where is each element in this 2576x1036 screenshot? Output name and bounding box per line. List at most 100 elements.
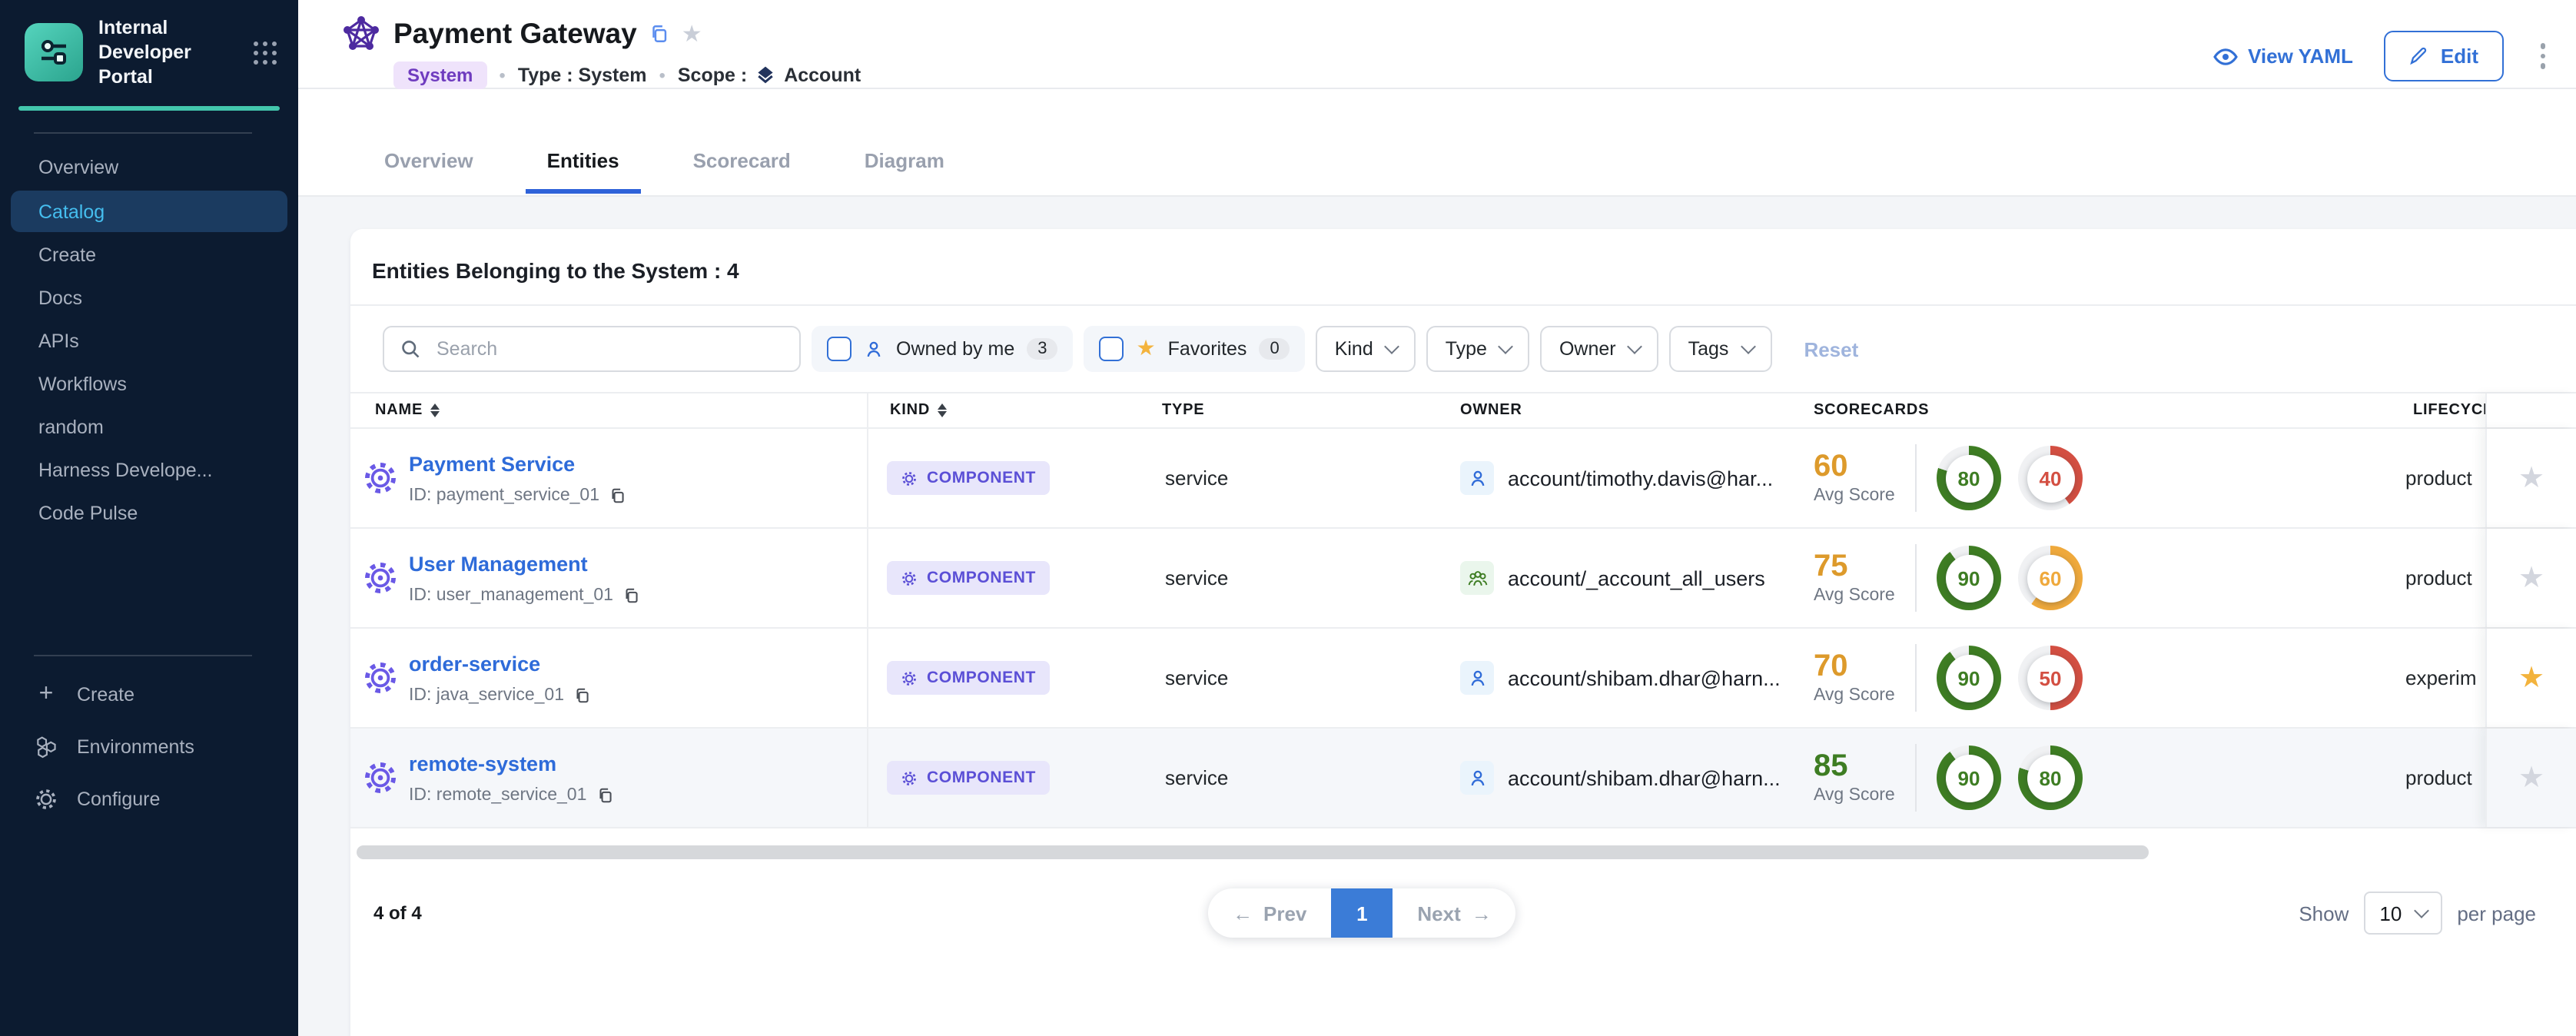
copy-id-icon xyxy=(622,586,639,605)
copy-id-icon[interactable] xyxy=(622,586,639,605)
breadcrumb: System • Type : System • Scope : Account xyxy=(393,61,861,89)
sort-icon xyxy=(938,403,947,417)
person-icon xyxy=(1467,468,1487,488)
copy-id-icon[interactable] xyxy=(609,486,626,505)
entity-lifecycle: product xyxy=(2405,467,2472,490)
horizontal-scrollbar[interactable] xyxy=(357,845,2149,859)
entity-name-cell: User ManagementID: user_management_01 xyxy=(409,551,639,605)
tab-diagram[interactable]: Diagram xyxy=(843,149,966,195)
reset-filters-button[interactable]: Reset xyxy=(1804,337,1858,360)
entity-gear-icon xyxy=(361,659,400,697)
owned-by-me-checkbox[interactable] xyxy=(827,337,851,361)
sidebar-item-environments[interactable]: Environments xyxy=(0,721,298,773)
kind-badge: COMPONENT xyxy=(887,561,1050,595)
entity-name-link[interactable]: Payment Service xyxy=(409,453,575,476)
entity-lifecycle: product xyxy=(2405,766,2472,789)
column-header-kind[interactable]: KIND xyxy=(890,402,947,419)
sidebar-item-harness-develope-[interactable]: Harness Develope... xyxy=(0,449,298,492)
sidebar-item-create[interactable]: Create xyxy=(0,234,298,277)
pager: ← Prev 1 Next → xyxy=(1208,888,1516,938)
filter-dropdown-owner[interactable]: Owner xyxy=(1541,326,1659,372)
edit-button[interactable]: Edit xyxy=(2384,31,2503,81)
entity-name-link[interactable]: order-service xyxy=(409,652,540,676)
avg-score: 85Avg Score xyxy=(1814,751,1895,805)
search-input[interactable] xyxy=(433,337,784,361)
tab-overview[interactable]: Overview xyxy=(363,149,495,195)
favorite-star-icon[interactable]: ★ xyxy=(2518,761,2544,795)
sidebar-item-overview[interactable]: Overview xyxy=(0,146,298,189)
score-divider xyxy=(1915,544,1917,612)
sidebar-divider-bottom xyxy=(34,655,252,656)
view-yaml-button[interactable]: View YAML xyxy=(2213,45,2353,68)
gear-icon xyxy=(34,787,58,812)
favorite-title-star-icon[interactable]: ★ xyxy=(682,20,702,48)
copy-title-icon[interactable] xyxy=(649,23,669,45)
scope-label: Scope : xyxy=(678,65,747,86)
avg-score: 60Avg Score xyxy=(1814,451,1895,505)
sidebar-item-workflows[interactable]: Workflows xyxy=(0,363,298,406)
copy-id-icon[interactable] xyxy=(573,686,590,705)
owned-count-badge: 3 xyxy=(1027,338,1057,360)
row-count: 4 of 4 xyxy=(373,902,422,924)
search-box[interactable] xyxy=(383,326,801,372)
component-gear-icon xyxy=(361,659,400,697)
favorites-checkbox[interactable] xyxy=(1100,337,1124,361)
filter-dropdown-tags[interactable]: Tags xyxy=(1670,326,1772,372)
content-area: Entities Belonging to the System : 4 xyxy=(298,197,2576,1036)
sidebar-item-catalog[interactable]: Catalog xyxy=(11,191,287,232)
entity-gear-icon xyxy=(361,759,400,797)
sidebar-divider xyxy=(34,132,252,134)
next-page-button[interactable]: Next → xyxy=(1393,888,1515,938)
show-label: Show xyxy=(2299,902,2349,925)
entity-name-link[interactable]: remote-system xyxy=(409,752,556,775)
favorites-label: Favorites xyxy=(1168,338,1247,360)
horizontal-scroll-area xyxy=(350,828,2576,868)
chevron-down-icon xyxy=(1628,339,1643,354)
tab-entities[interactable]: Entities xyxy=(526,149,641,195)
app-grid-icon[interactable] xyxy=(251,38,280,67)
sticky-favorite-cell: ★ xyxy=(2485,529,2576,627)
favorite-star-icon[interactable]: ★ xyxy=(2518,461,2544,495)
page-title: Payment Gateway xyxy=(393,17,637,51)
dot-separator: • xyxy=(659,65,665,86)
filter-dropdown-type[interactable]: Type xyxy=(1427,326,1530,372)
chevron-down-icon xyxy=(2413,903,2428,918)
page-size-control: Show 10 per page xyxy=(2299,892,2536,935)
sidebar-item-apis[interactable]: APIs xyxy=(0,320,298,363)
entity-name-link[interactable]: User Management xyxy=(409,553,588,576)
favorites-filter[interactable]: ★ Favorites 0 xyxy=(1084,326,1306,372)
filter-dropdown-kind[interactable]: Kind xyxy=(1316,326,1416,372)
current-page-button[interactable]: 1 xyxy=(1331,888,1393,938)
column-header-name[interactable]: NAME xyxy=(375,402,440,419)
entity-name-cell: Payment ServiceID: payment_service_01 xyxy=(409,451,626,505)
sidebar-item-code-pulse[interactable]: Code Pulse xyxy=(0,492,298,535)
column-header-scorecards: SCORECARDS xyxy=(1814,402,1929,419)
sidebar-item-docs[interactable]: Docs xyxy=(0,277,298,320)
score-divider xyxy=(1915,744,1917,812)
tab-scorecard[interactable]: Scorecard xyxy=(672,149,812,195)
favorite-star-icon[interactable]: ★ xyxy=(2518,561,2544,595)
copy-id-icon[interactable] xyxy=(596,786,612,805)
entity-header: Payment Gateway ★ System • Type : System… xyxy=(298,0,2576,89)
scorecard-gauge: 90 xyxy=(1937,646,2001,710)
scorecard-gauge: 50 xyxy=(2018,646,2083,710)
entity-id: ID: remote_service_01 xyxy=(409,786,612,805)
sidebar-item-create[interactable]: +Create xyxy=(0,669,298,721)
prev-page-button[interactable]: ← Prev xyxy=(1208,888,1331,938)
chevron-down-icon xyxy=(1741,339,1756,354)
owned-by-me-filter[interactable]: Owned by me 3 xyxy=(812,326,1074,372)
sidebar-item-configure[interactable]: Configure xyxy=(0,773,298,825)
page-size-select[interactable]: 10 xyxy=(2364,892,2442,935)
table-row: order-serviceID: java_service_01COMPONEN… xyxy=(350,629,2576,729)
entity-tabs: Overview Entities Scorecard Diagram xyxy=(298,89,2576,197)
system-network-icon xyxy=(341,14,381,54)
entity-owner: account/shibam.dhar@harn... xyxy=(1460,661,1781,695)
scorecard-gauges: 9080 xyxy=(1937,745,2083,810)
favorite-star-icon[interactable]: ★ xyxy=(2518,661,2544,695)
sidebar-item-random[interactable]: random xyxy=(0,406,298,449)
entity-type: service xyxy=(1165,666,1228,689)
sidebar-nav: OverviewCatalogCreateDocsAPIsWorkflowsra… xyxy=(0,146,298,535)
search-icon xyxy=(400,338,421,360)
user-icon xyxy=(1460,761,1494,795)
more-options-kebab-icon[interactable] xyxy=(2534,38,2551,75)
